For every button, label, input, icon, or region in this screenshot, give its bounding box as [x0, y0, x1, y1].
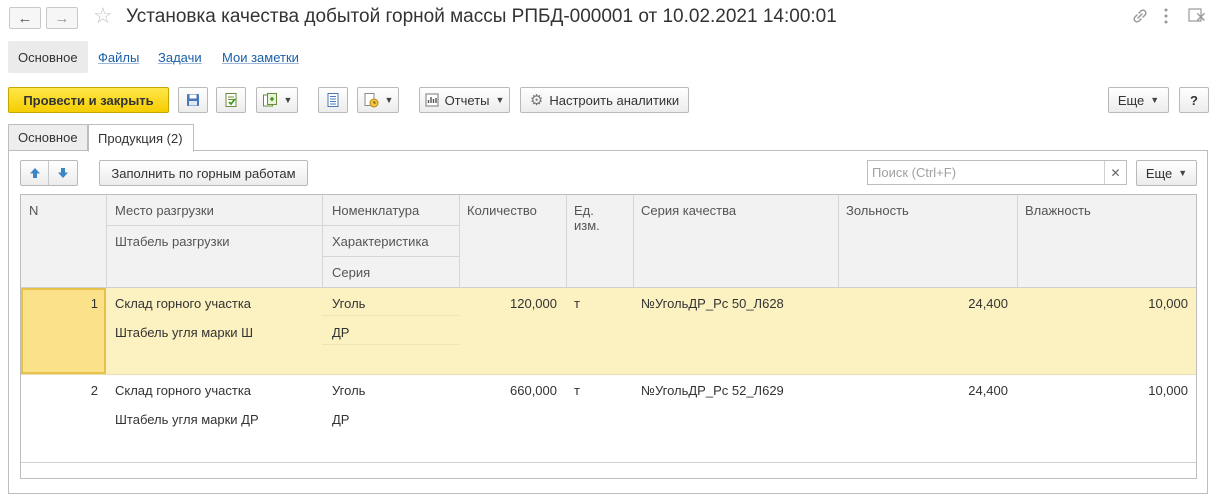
unloading-stack[interactable]: Штабель угля марки ДР	[115, 412, 259, 427]
unloading-place[interactable]: Склад горного участка	[115, 383, 251, 398]
chevron-down-icon: ▼	[1178, 168, 1188, 178]
unit[interactable]: т	[574, 383, 580, 398]
move-buttons-group	[20, 160, 78, 186]
cell-divider	[322, 344, 459, 345]
clear-search-icon[interactable]: ✕	[1104, 161, 1126, 184]
table-footer-line	[21, 462, 1196, 463]
tab-products[interactable]: Продукция (2)	[88, 124, 194, 152]
create-based-on-icon	[262, 93, 277, 107]
move-up-button[interactable]	[21, 161, 49, 185]
characteristic[interactable]: ДР	[332, 325, 349, 340]
link-icon[interactable]	[1131, 7, 1149, 29]
fill-by-mining-works-label: Заполнить по горным работам	[111, 165, 296, 181]
arrow-down-icon	[58, 168, 68, 178]
quantity[interactable]: 660,000	[467, 383, 557, 398]
row-number: 2	[90, 383, 98, 398]
section-my-notes[interactable]: Мои заметки	[212, 41, 309, 73]
help-button[interactable]: ?	[1179, 87, 1209, 113]
quality-series[interactable]: №УгольДР_Рс 52_Л629	[641, 383, 784, 398]
header-unloading-place[interactable]: Место разгрузки	[115, 203, 214, 218]
unloading-place[interactable]: Склад горного участка	[115, 296, 251, 311]
chevron-down-icon: ▼	[495, 95, 505, 105]
move-down-button[interactable]	[49, 161, 77, 185]
quantity[interactable]: 120,000	[467, 296, 557, 311]
create-based-on-button[interactable]: ▼	[256, 87, 298, 113]
structure-button[interactable]	[318, 87, 348, 113]
more-vertical-icon[interactable]	[1163, 8, 1169, 28]
table-header: N Место разгрузки Штабель разгрузки Номе…	[21, 195, 1196, 288]
arrow-left-icon: ←	[17, 9, 33, 27]
post-and-close-label: Провести и закрыть	[23, 92, 154, 108]
table-more-label: Еще	[1145, 165, 1173, 181]
search-input[interactable]	[868, 161, 1104, 184]
nomenclature[interactable]: Уголь	[332, 383, 365, 398]
post-document-icon	[225, 93, 237, 107]
more-label: Еще	[1117, 92, 1145, 108]
header-divider	[322, 256, 459, 257]
chevron-down-icon: ▼	[384, 95, 394, 105]
header-moisture[interactable]: Влажность	[1025, 203, 1091, 218]
chevron-down-icon: ▼	[1150, 95, 1160, 105]
list-document-icon	[327, 93, 339, 107]
window-title: Установка качества добытой горной массы …	[126, 6, 837, 27]
post-button[interactable]	[216, 87, 246, 113]
unloading-stack[interactable]: Штабель угля марки Ш	[115, 325, 253, 340]
configure-analytics-label: Настроить аналитики	[549, 92, 680, 108]
document-clock-icon	[364, 93, 379, 108]
print-menu-button[interactable]: ▼	[357, 87, 399, 113]
save-button[interactable]	[178, 87, 208, 113]
header-unloading-stack[interactable]: Штабель разгрузки	[115, 234, 230, 249]
table-row[interactable]: 1 Склад горного участка Штабель угля мар…	[21, 288, 1196, 375]
save-icon	[187, 94, 199, 106]
table-more-button[interactable]: Еще ▼	[1136, 160, 1197, 186]
chevron-down-icon: ▼	[283, 95, 293, 105]
configure-analytics-button[interactable]: ⚙ Настроить аналитики	[520, 87, 689, 113]
back-button[interactable]: ←	[9, 7, 41, 29]
gear-icon: ⚙	[529, 91, 544, 109]
section-files[interactable]: Файлы	[88, 41, 149, 73]
row-number: 1	[90, 296, 98, 311]
moisture[interactable]: 10,000	[1025, 383, 1188, 398]
close-icon[interactable]: ✕	[1195, 10, 1207, 24]
products-table: N Место разгрузки Штабель разгрузки Номе…	[20, 194, 1197, 479]
reports-button[interactable]: Отчеты ▼	[419, 87, 510, 113]
moisture[interactable]: 10,000	[1025, 296, 1188, 311]
arrow-right-icon: →	[54, 9, 70, 27]
header-quantity[interactable]: Количество	[467, 203, 537, 218]
nomenclature[interactable]: Уголь	[332, 296, 365, 311]
header-divider	[107, 225, 459, 226]
arrow-up-icon	[29, 168, 40, 178]
header-characteristic[interactable]: Характеристика	[332, 234, 429, 249]
header-unit[interactable]: Ед. изм.	[574, 203, 614, 233]
help-label: ?	[1190, 92, 1198, 108]
header-quality-series[interactable]: Серия качества	[641, 203, 736, 218]
unit[interactable]: т	[574, 296, 580, 311]
fill-by-mining-works-button[interactable]: Заполнить по горным работам	[99, 160, 308, 186]
header-nomenclature[interactable]: Номенклатура	[332, 203, 419, 218]
section-main[interactable]: Основное	[8, 41, 88, 73]
ash[interactable]: 24,400	[846, 383, 1008, 398]
section-tasks[interactable]: Задачи	[148, 41, 212, 73]
tab-main[interactable]: Основное	[8, 124, 88, 151]
table-row[interactable]: 2 Склад горного участка Штабель угля мар…	[21, 375, 1196, 462]
characteristic[interactable]: ДР	[332, 412, 349, 427]
ash[interactable]: 24,400	[846, 296, 1008, 311]
search-box: ✕	[867, 160, 1127, 185]
forward-button[interactable]: →	[46, 7, 78, 29]
quality-series[interactable]: №УгольДР_Рс 50_Л628	[641, 296, 784, 311]
cell-divider	[322, 315, 459, 316]
header-n[interactable]: N	[29, 203, 38, 218]
reports-label: Отчеты	[444, 92, 490, 108]
header-series[interactable]: Серия	[332, 265, 370, 280]
header-ash[interactable]: Зольность	[846, 203, 909, 218]
favorite-star-icon[interactable]: ☆	[93, 5, 113, 27]
more-button[interactable]: Еще ▼	[1108, 87, 1169, 113]
post-and-close-button[interactable]: Провести и закрыть	[8, 87, 169, 113]
report-icon	[425, 93, 439, 107]
